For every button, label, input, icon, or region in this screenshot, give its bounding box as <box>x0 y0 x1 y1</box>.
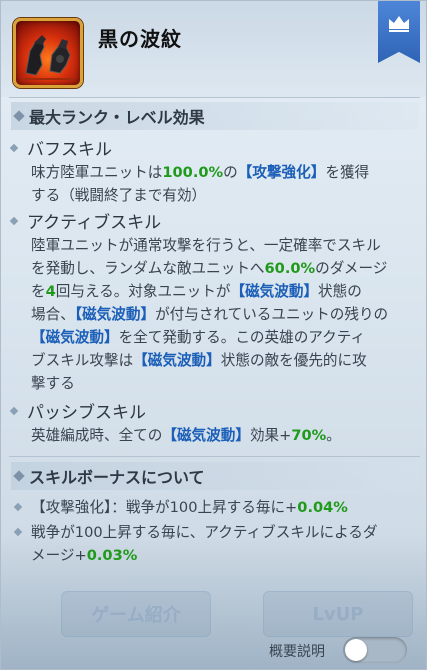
buff-text: する（戦闘終了まで有効） <box>31 187 207 204</box>
active-text: を発動し、ランダムな敵ユニットへ <box>31 260 265 277</box>
overview-toggle-label: 概要説明 <box>269 644 325 660</box>
level-up-label: LvUP <box>312 603 364 625</box>
passive-text: 効果+ <box>249 427 292 444</box>
active-text: 回与える。対象ユニットが <box>55 283 231 300</box>
passive-text: 英雄編成時、全ての <box>31 427 163 444</box>
diamond-bullet-icon <box>9 406 19 415</box>
active-text: ブスキル攻撃は <box>31 352 134 369</box>
active-text: 陸軍ユニットが通常攻撃を行うと、一定確率でスキル <box>31 237 381 254</box>
overview-toggle[interactable] <box>343 637 407 663</box>
attack-boost-tag: 【攻撃強化】 <box>237 164 326 181</box>
header-divider <box>9 97 420 98</box>
damage-value: 60.0% <box>264 260 316 277</box>
diamond-bullet-icon <box>13 470 25 482</box>
active-text: を <box>31 283 46 300</box>
bonus-value: 0.03% <box>86 547 138 564</box>
diamond-bullet-icon <box>13 502 23 512</box>
hit-count-value: 4 <box>45 283 56 300</box>
passive-text: 。 <box>326 427 341 444</box>
buff-skill-title: バフスキル <box>9 135 112 160</box>
active-text: 場合、 <box>31 306 75 323</box>
skill-name: 黒の波紋 <box>98 27 182 51</box>
active-text: のダメージ <box>315 260 388 277</box>
passive-skill-label: パッシブスキル <box>27 403 146 423</box>
magnetic-wave-tag: 【磁気波動】 <box>230 283 319 300</box>
skill-detail-panel: 黒の波紋 最大ランク・レベル効果 バフスキル 味方陸軍ユニットは100.0%の【… <box>0 0 427 670</box>
toggle-knob <box>345 639 367 661</box>
active-skill-title: アクティブスキル <box>9 208 162 233</box>
crown-icon <box>389 16 409 32</box>
max-rank-section-title: 最大ランク・レベル効果 <box>11 102 419 130</box>
buff-text: の <box>223 164 238 181</box>
diamond-bullet-icon <box>9 216 19 225</box>
level-up-button: LvUP <box>263 591 413 637</box>
passive-value: 70% <box>291 427 327 444</box>
active-text: 状態の敵を優先的に攻 <box>220 352 367 369</box>
passive-skill-description: 英雄編成時、全ての【磁気波動】効果+70%。 <box>31 424 411 447</box>
active-text: を全て発動する。この英雄のアクティ <box>118 329 366 346</box>
magnetic-wave-tag: 【磁気波動】 <box>162 427 250 444</box>
magnetic-wave-tag: 【磁気波動】 <box>133 352 221 369</box>
magnetic-wave-tag: 【磁気波動】 <box>74 306 156 323</box>
active-skill-label: アクティブスキル <box>27 213 162 233</box>
bonus-value: 0.04% <box>297 499 348 516</box>
magnetic-wave-tag: 【磁気波動】 <box>31 329 119 346</box>
bonus-item-attack: 【攻撃強化】：戦争が100上昇する毎に+0.04% <box>13 496 415 519</box>
active-skill-description: 陸軍ユニットが通常攻撃を行うと、一定確率でスキル を発動し、ランダムな敵ユニット… <box>31 234 411 395</box>
buff-text: を獲得 <box>325 164 370 181</box>
skill-header: 黒の波紋 <box>1 1 426 97</box>
active-text: 撃する <box>31 375 75 392</box>
bonus-text: 【攻撃強化】：戦争が100上昇する毎に+ <box>31 499 298 516</box>
passive-skill-title: パッシブスキル <box>9 398 146 423</box>
diamond-bullet-icon <box>9 143 19 152</box>
bonus-text: 戦争が100上昇する毎に、アクティブスキルによるダ <box>31 524 378 541</box>
bonus-title-text: スキルボーナスについて <box>29 468 205 487</box>
buff-skill-description: 味方陸軍ユニットは100.0%の【攻撃強化】を獲得 する（戦闘終了まで有効） <box>31 161 411 207</box>
game-intro-label: ゲーム紹介 <box>91 605 181 626</box>
buff-value: 100.0% <box>162 164 224 181</box>
game-intro-button: ゲーム紹介 <box>61 591 211 637</box>
buff-text: 味方陸軍ユニットは <box>31 164 163 181</box>
bonus-text: メージ+ <box>31 547 87 564</box>
armored-fist-icon <box>13 18 83 88</box>
bonus-section-title: スキルボーナスについて <box>11 462 419 490</box>
diamond-bullet-icon <box>13 527 23 537</box>
section-divider <box>9 456 420 457</box>
diamond-bullet-icon <box>13 110 25 122</box>
max-rank-title-text: 最大ランク・レベル効果 <box>29 108 205 127</box>
bonus-item-damage: 戦争が100上昇する毎に、アクティブスキルによるダ メージ+0.03% <box>13 521 415 567</box>
favorite-bookmark[interactable] <box>378 1 420 63</box>
active-text: 状態の <box>318 283 362 300</box>
buff-skill-label: バフスキル <box>27 140 112 160</box>
active-text: が付与されているユニットの残りの <box>155 306 389 323</box>
